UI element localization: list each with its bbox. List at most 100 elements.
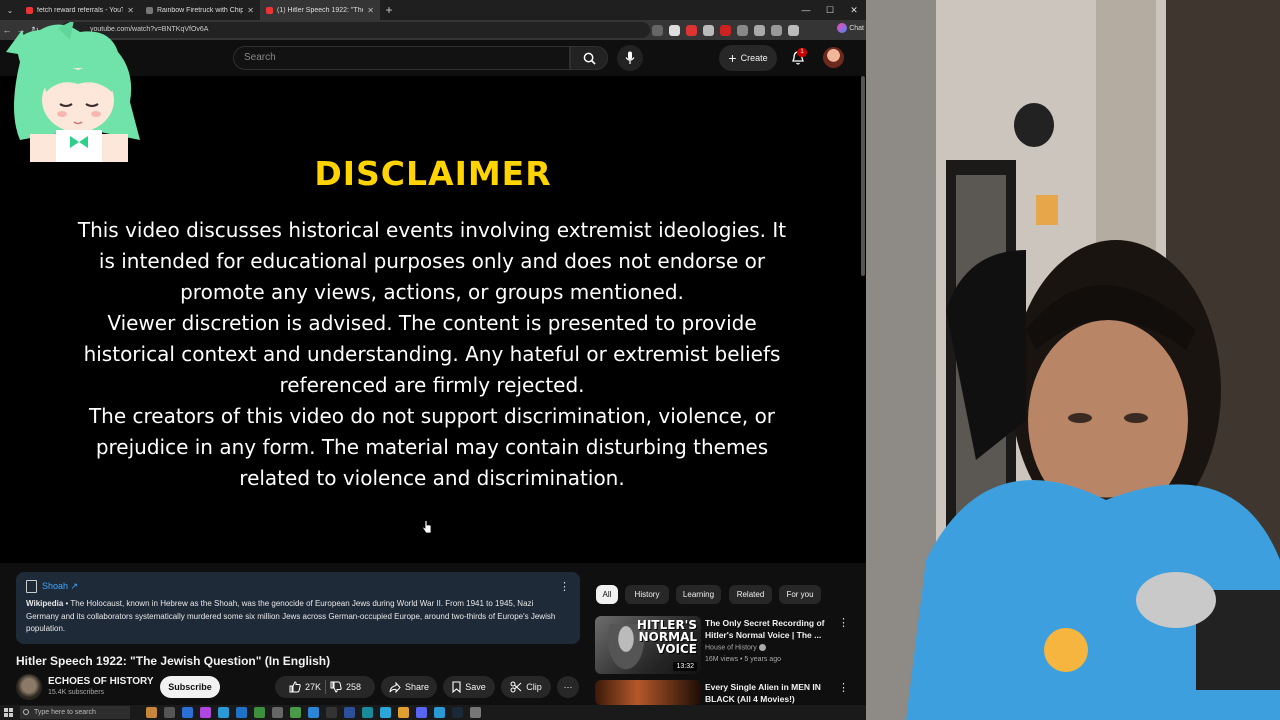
tab-rainbow-firetruck[interactable]: Rainbow Firetruck with Chips ✕	[140, 0, 260, 20]
app-icon[interactable]	[200, 707, 211, 718]
discord-icon[interactable]	[416, 707, 427, 718]
steam-icon[interactable]	[452, 707, 463, 718]
app-icon[interactable]	[362, 707, 373, 718]
recommendation-title[interactable]: Every Single Alien in MEN IN BLACK (All …	[705, 681, 835, 705]
tab-fetch-rewards[interactable]: fetch reward referrals - YouTube ✕	[20, 0, 140, 20]
recommendation-channel[interactable]: House of History	[705, 644, 766, 651]
like-count[interactable]: 27K	[305, 682, 321, 692]
chat-icon	[837, 23, 848, 33]
app-icon[interactable]	[290, 707, 301, 718]
windows-start-icon[interactable]	[0, 705, 16, 720]
new-tab-button[interactable]: +	[380, 3, 398, 17]
tab-search-icon[interactable]: ⌄	[0, 0, 20, 20]
chip-related[interactable]: Related	[729, 585, 772, 604]
disclaimer-line: related to violence and discrimination.	[239, 466, 625, 490]
edge-icon[interactable]	[218, 707, 229, 718]
taskbar-apps	[146, 707, 481, 718]
windows-taskbar: Type here to search	[0, 705, 866, 720]
more-vert-icon[interactable]: ⋮	[838, 681, 849, 694]
app-icon[interactable]	[380, 707, 391, 718]
chip-history[interactable]: History	[625, 585, 669, 604]
microphone-icon	[625, 51, 635, 64]
disclaimer-line: Viewer discretion is advised. The conten…	[107, 311, 757, 335]
recommendation-title[interactable]: The Only Secret Recording of Hitler's No…	[705, 617, 835, 641]
extension-icon[interactable]	[754, 25, 765, 36]
thumbnail-text: HITLER'S NORMAL VOICE	[637, 619, 697, 655]
search-input[interactable]: Search	[233, 46, 570, 70]
plus-icon: +	[728, 50, 737, 66]
maximize-icon[interactable]: ☐	[818, 0, 842, 20]
channel-name[interactable]: ECHOES OF HISTORY	[48, 676, 154, 687]
like-icon[interactable]	[289, 681, 301, 693]
windows-logo-icon	[3, 708, 13, 717]
disclaimer-line: prejudice in any form. The material may …	[95, 435, 769, 459]
create-button[interactable]: + Create	[719, 45, 777, 71]
close-tab-icon[interactable]: ✕	[127, 6, 134, 15]
info-body: • The Holocaust, known in Hebrew as the …	[26, 599, 556, 633]
extension-icon[interactable]	[669, 25, 680, 36]
close-window-icon[interactable]: ✕	[842, 0, 866, 20]
close-tab-icon[interactable]: ✕	[367, 6, 374, 15]
more-vert-icon[interactable]: ⋮	[559, 580, 570, 593]
save-label: Save	[465, 682, 486, 692]
bookmark-icon	[452, 681, 461, 693]
subscribe-button[interactable]: Subscribe	[160, 676, 220, 698]
disclaimer-line: is intended for educational purposes onl…	[98, 249, 766, 273]
channel-label: House of History	[705, 644, 757, 652]
more-actions-button[interactable]: ⋯	[557, 676, 579, 698]
share-icon	[389, 681, 401, 693]
tab-hitler-speech[interactable]: (1) Hitler Speech 1922: "The J... ✕	[260, 0, 380, 20]
close-tab-icon[interactable]: ✕	[247, 6, 254, 15]
like-dislike-group: 27K 258	[275, 676, 375, 698]
youtube-favicon-icon	[26, 6, 33, 14]
chip-learning[interactable]: Learning	[676, 585, 721, 604]
webcam-scene	[866, 0, 1280, 720]
extension-icon[interactable]	[703, 25, 714, 36]
page-scrollbar[interactable]	[861, 76, 865, 276]
recommendation-thumbnail[interactable]	[595, 680, 701, 705]
chat-button[interactable]: Chat	[837, 23, 864, 33]
clip-button[interactable]: Clip	[501, 676, 551, 698]
app-icon[interactable]	[254, 707, 265, 718]
disclaimer-line: The creators of this video do not suppor…	[88, 404, 776, 428]
profile-icon[interactable]	[788, 25, 799, 36]
disclaimer-line: historical context and understanding. An…	[83, 342, 781, 366]
app-icon[interactable]	[326, 707, 337, 718]
app-icon[interactable]	[164, 707, 175, 718]
save-button[interactable]: Save	[443, 676, 495, 698]
thumbnail-text-line: VOICE	[656, 642, 697, 656]
chrome-icon[interactable]	[398, 707, 409, 718]
voice-search-button[interactable]	[617, 45, 643, 71]
share-button[interactable]: Share	[381, 676, 437, 698]
chat-label: Chat	[849, 24, 864, 32]
notification-badge: 1	[797, 48, 807, 57]
app-icon[interactable]	[236, 707, 247, 718]
taskbar-search-input[interactable]: Type here to search	[20, 706, 130, 719]
extension-icon[interactable]	[686, 25, 697, 36]
app-icon[interactable]	[344, 707, 355, 718]
dislike-icon[interactable]	[330, 681, 342, 693]
app-icon[interactable]	[182, 707, 193, 718]
chip-for-you[interactable]: For you	[779, 585, 821, 604]
extension-icon[interactable]	[720, 25, 731, 36]
recommendation-thumbnail[interactable]: HITLER'S NORMAL VOICE 13:32	[595, 616, 701, 674]
search-button[interactable]	[570, 46, 608, 70]
extension-icons	[652, 22, 799, 36]
extension-icon[interactable]	[771, 25, 782, 36]
extension-icon[interactable]	[737, 25, 748, 36]
minimize-icon[interactable]: —	[794, 0, 818, 20]
channel-avatar[interactable]	[16, 674, 42, 700]
extension-icon[interactable]	[652, 25, 663, 36]
chip-all[interactable]: All	[596, 585, 618, 604]
app-icon[interactable]	[434, 707, 445, 718]
account-avatar[interactable]	[823, 47, 844, 68]
info-panel-link[interactable]: Shoah ↗	[26, 580, 78, 593]
app-icon[interactable]	[308, 707, 319, 718]
more-vert-icon[interactable]: ⋮	[838, 616, 849, 629]
app-icon[interactable]	[470, 707, 481, 718]
info-panel-text: Wikipedia • The Holocaust, known in Hebr…	[26, 598, 566, 636]
search-icon	[583, 52, 596, 65]
app-icon[interactable]	[272, 707, 283, 718]
dislike-count[interactable]: 258	[346, 682, 361, 692]
paint-app-icon[interactable]	[146, 707, 157, 718]
